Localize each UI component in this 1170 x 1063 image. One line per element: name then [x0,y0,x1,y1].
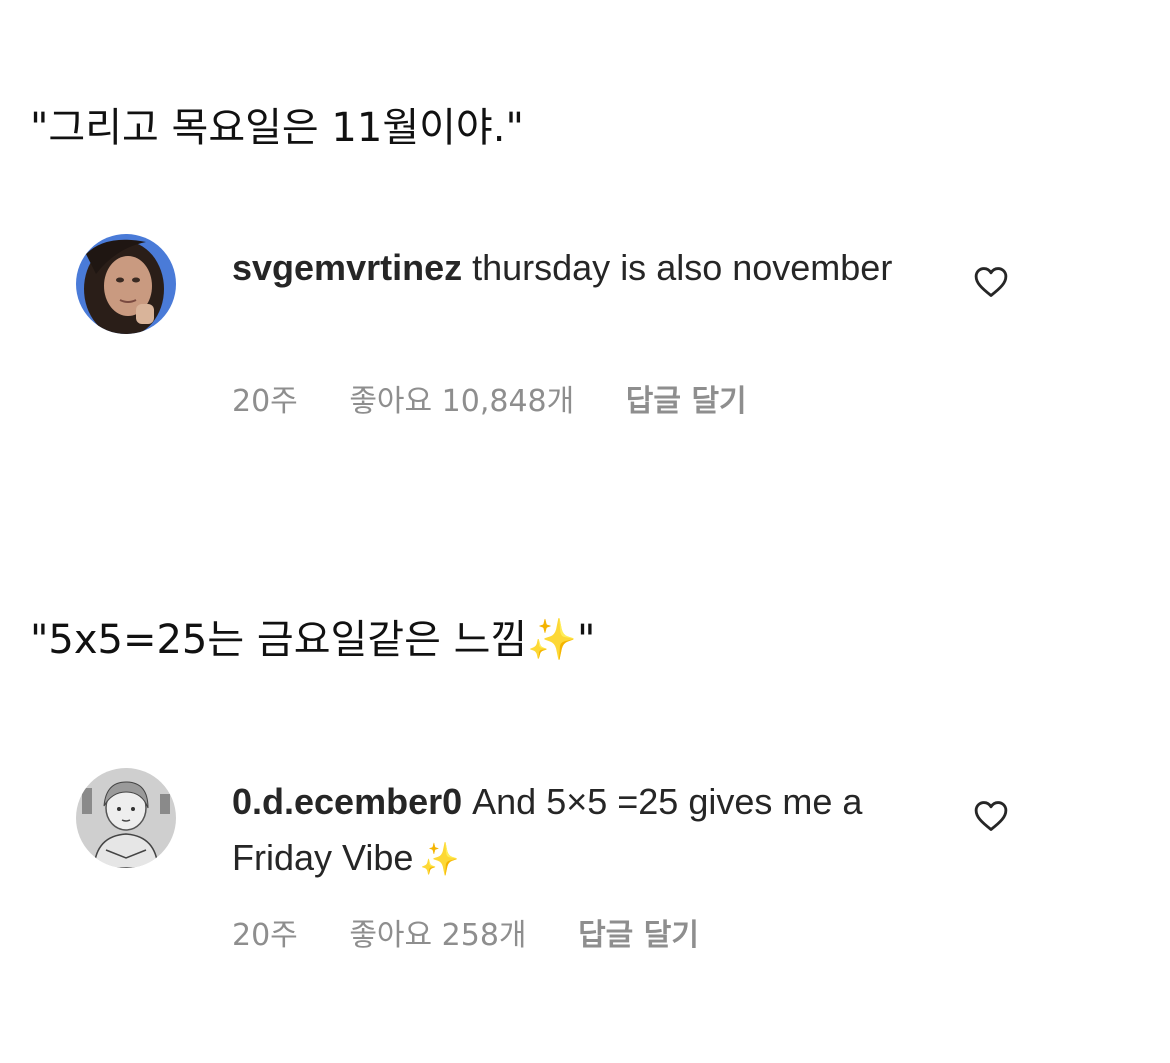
username[interactable]: 0.d.ecember0 [232,781,462,822]
comment-time: 20주 [232,918,298,953]
korean-caption-2: "5x5=25는 금요일같은 느낌✨" [30,617,596,663]
username[interactable]: svgemvrtinez [232,247,462,288]
profile-drawing-icon [76,768,176,868]
comment-content: thursday is also november [472,247,893,288]
heart-outline-icon[interactable] [974,266,1008,298]
profile-photo-icon [76,234,176,334]
avatar[interactable] [76,768,176,868]
korean-caption-1: "그리고 목요일은 11월이야." [30,105,524,151]
comment-meta: 20주 좋아요 258개 답글 달기 [232,910,741,954]
like-count[interactable]: 좋아요 258개 [349,918,526,953]
reply-button[interactable]: 답글 달기 [626,384,747,419]
comment-text: svgemvrtinez thursday is also november [232,240,912,296]
heart-outline-icon[interactable] [974,800,1008,832]
reply-button[interactable]: 답글 달기 [578,918,699,953]
avatar[interactable] [76,234,176,334]
sparkle-emoji: ✨ [419,841,460,877]
comment-meta: 20주 좋아요 10,848개 답글 달기 [232,376,789,420]
like-count[interactable]: 좋아요 10,848개 [349,384,574,419]
comment-time: 20주 [232,384,298,419]
comment-text: 0.d.ecember0 And 5×5 =25 gives me a Frida… [232,774,912,887]
